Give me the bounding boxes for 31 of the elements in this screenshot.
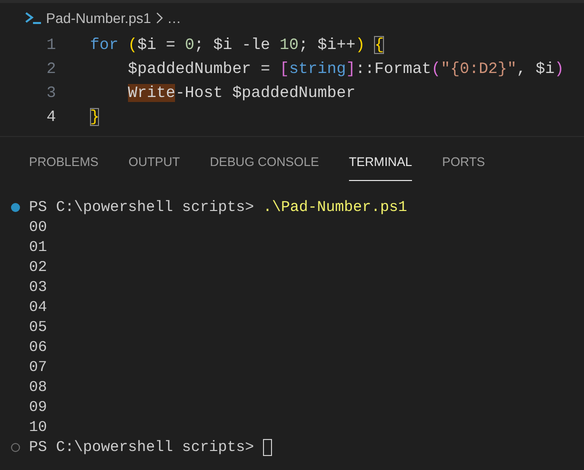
panel-tab[interactable]: PORTS	[442, 151, 485, 181]
panel-tab[interactable]: PROBLEMS	[29, 151, 98, 181]
terminal-output: 01	[29, 238, 48, 256]
chevron-right-icon	[155, 12, 164, 24]
panel-tab[interactable]: DEBUG CONSOLE	[210, 151, 319, 181]
terminal-output: 03	[29, 278, 48, 296]
line-number: 1	[46, 36, 56, 54]
breadcrumb-more[interactable]: …	[167, 10, 182, 26]
panel-tab[interactable]: OUTPUT	[128, 151, 180, 181]
code-line: for ($i = 0; $i -le 10; $i++) {	[90, 36, 384, 54]
terminal-output: 09	[29, 398, 48, 416]
file-breadcrumb[interactable]: Pad-Number.ps1	[46, 10, 152, 26]
terminal-output: 06	[29, 338, 48, 356]
line-number: 4	[46, 108, 56, 126]
terminal-prompt: PS C:\powershell scripts>	[29, 198, 256, 216]
terminal-output: 07	[29, 358, 48, 376]
panel-tab[interactable]: TERMINAL	[348, 151, 412, 181]
code-line: $paddedNumber = [string]::Format("{0:D2}", $i)	[126, 60, 564, 78]
terminal-output: 10	[29, 418, 48, 436]
line-number: 3	[46, 84, 56, 102]
code-line: Write-Host $paddedNumber	[126, 84, 356, 102]
terminal-output: 00	[29, 218, 48, 236]
terminal-output: 04	[29, 298, 48, 316]
terminal-output: 05	[29, 318, 48, 336]
terminal-command: .\Pad-Number.ps1	[263, 198, 408, 216]
terminal-prompt-icon	[24, 11, 42, 25]
terminal-output: 08	[29, 378, 48, 396]
code-line: }	[90, 108, 100, 126]
terminal-prompt: PS C:\powershell scripts>	[29, 438, 256, 456]
terminal-output: 02	[29, 258, 48, 276]
line-number: 2	[46, 60, 56, 78]
